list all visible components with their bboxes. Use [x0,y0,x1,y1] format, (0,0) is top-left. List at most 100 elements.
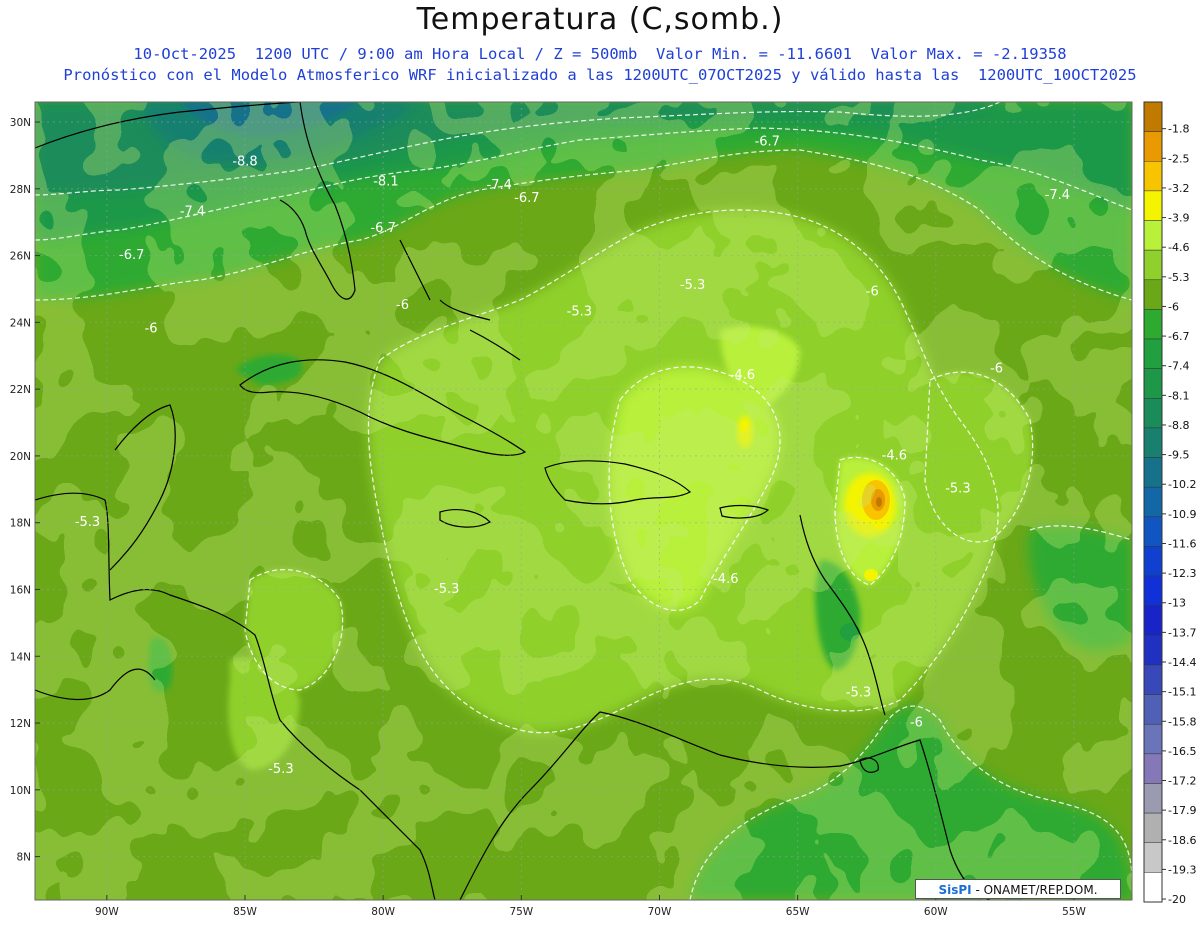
colorbar-label: -16.5 [1168,745,1196,758]
colorbar-label: -6.7 [1168,330,1189,343]
colorbar-swatch [1143,279,1163,310]
lat-label: 20N [10,451,31,463]
colorbar-swatch [1143,635,1163,666]
lat-label: 14N [10,651,31,663]
contour-label: -4.6 [730,368,755,383]
contour-label: -5.3 [846,685,871,700]
colorbar-swatch [1143,812,1163,843]
colorbar-label: -2.5 [1168,152,1189,165]
colorbar-label: -9.5 [1168,449,1189,462]
lon-label: 90W [95,906,119,918]
colorbar-swatch [1143,220,1163,251]
contour-label: -4.6 [713,572,738,587]
colorbar-label: -19.3 [1168,863,1196,876]
colorbar-label: -18.6 [1168,834,1196,847]
colorbar-swatch [1143,101,1163,132]
lat-label: 30N [10,117,31,129]
colorbar-swatch [1143,694,1163,725]
contour-label: -8.8 [232,154,257,169]
colorbar-label: -1.8 [1168,123,1189,136]
colorbar-label: -12.3 [1168,567,1196,580]
colorbar-label: -13 [1168,597,1186,610]
contour-label: -7.4 [487,178,512,193]
lat-label: 18N [10,518,31,530]
contour-label: -6.7 [119,248,144,263]
contour-label: -6.7 [755,134,780,149]
contour-label: -5.3 [75,515,100,530]
lon-label: 70W [648,906,672,918]
colorbar-swatch [1143,783,1163,814]
colorbar-swatch [1143,872,1163,903]
contour-label: -5.3 [268,762,293,777]
lat-label: 8N [16,852,31,864]
colorbar-swatch [1143,427,1163,458]
contour-label: -6 [910,715,923,730]
lon-label: 75W [509,906,533,918]
lat-label: 10N [10,785,31,797]
colorbar-swatch [1143,486,1163,518]
credit-text: - ONAMET/REP.DOM. [975,883,1098,897]
colorbar-label: -11.6 [1168,537,1196,550]
lat-label: 28N [10,184,31,196]
temperature-shading [35,102,1132,900]
credit-box: SisPI - ONAMET/REP.DOM. [915,879,1121,899]
lon-label: 85W [233,906,257,918]
temperature-map: -8.8-8.1 -7.4-6.7-6.7-7.4-6.7-7.4-6.7-5.3… [10,101,1196,918]
colorbar-swatch [1143,457,1163,488]
lat-label: 26N [10,251,31,263]
contour-label: -5.3 [567,305,592,320]
lat-label: 16N [10,584,31,596]
colorbar-swatch [1143,723,1163,755]
lon-label: 60W [924,906,948,918]
contour-label: -6.7 [370,221,395,236]
contour-label: -5.3 [680,278,705,293]
contour-label: -5.3 [945,482,970,497]
contour-label: -8.1 [373,174,398,189]
contour-label: -7.4 [1045,188,1070,203]
colorbar-label: -3.2 [1168,182,1189,195]
colorbar-swatch [1143,664,1163,695]
contour-label: -6 [990,361,1003,376]
contour-label: -6 [396,298,409,313]
colorbar-label: -20 [1168,893,1186,906]
colorbar-swatch [1143,546,1163,577]
lon-label: 55W [1062,906,1086,918]
colorbar-label: -15.8 [1168,715,1196,728]
colorbar: -1.8 -2.5 -3.2 -3.9 -4.6 -5.3 -6 -6.7 -7.4 -8.1 -8… [1143,101,1196,906]
colorbar-label: -5.3 [1168,271,1189,284]
colorbar-swatch [1143,398,1163,429]
colorbar-label: -10.2 [1168,478,1196,491]
colorbar-label: -6 [1168,300,1179,313]
colorbar-label: -15.1 [1168,686,1196,699]
colorbar-swatch [1143,131,1163,162]
colorbar-label: -17.9 [1168,804,1196,817]
lon-label: 65W [786,906,810,918]
lat-label: 22N [10,384,31,396]
lon-label: 80W [371,906,395,918]
contour-label: -5.3 [434,582,459,597]
colorbar-swatch [1143,190,1163,221]
contour-label: -6 [145,321,158,336]
contour-label: -7.4 [180,205,205,220]
contour-label: -6.7 [514,191,539,206]
colorbar-swatch [1143,575,1163,606]
colorbar-label: -10.9 [1168,508,1196,521]
colorbar-label: -17.2 [1168,775,1196,788]
colorbar-label: -14.4 [1168,656,1196,669]
colorbar-swatch [1143,249,1163,281]
colorbar-swatch [1143,605,1163,636]
contour-label: -6 [866,285,879,300]
contour-label: -4.6 [882,448,907,463]
colorbar-swatch [1143,368,1163,399]
colorbar-swatch [1143,338,1163,369]
colorbar-label: -13.7 [1168,626,1196,639]
colorbar-label: -7.4 [1168,360,1189,373]
sispi-logo: SisPI [938,883,972,897]
colorbar-swatch [1143,309,1163,340]
colorbar-label: -8.1 [1168,389,1189,402]
colorbar-label: -3.9 [1168,212,1189,225]
colorbar-swatch [1143,516,1163,547]
colorbar-swatch [1143,753,1163,784]
lat-label: 12N [10,718,31,730]
colorbar-label: -4.6 [1168,241,1189,254]
